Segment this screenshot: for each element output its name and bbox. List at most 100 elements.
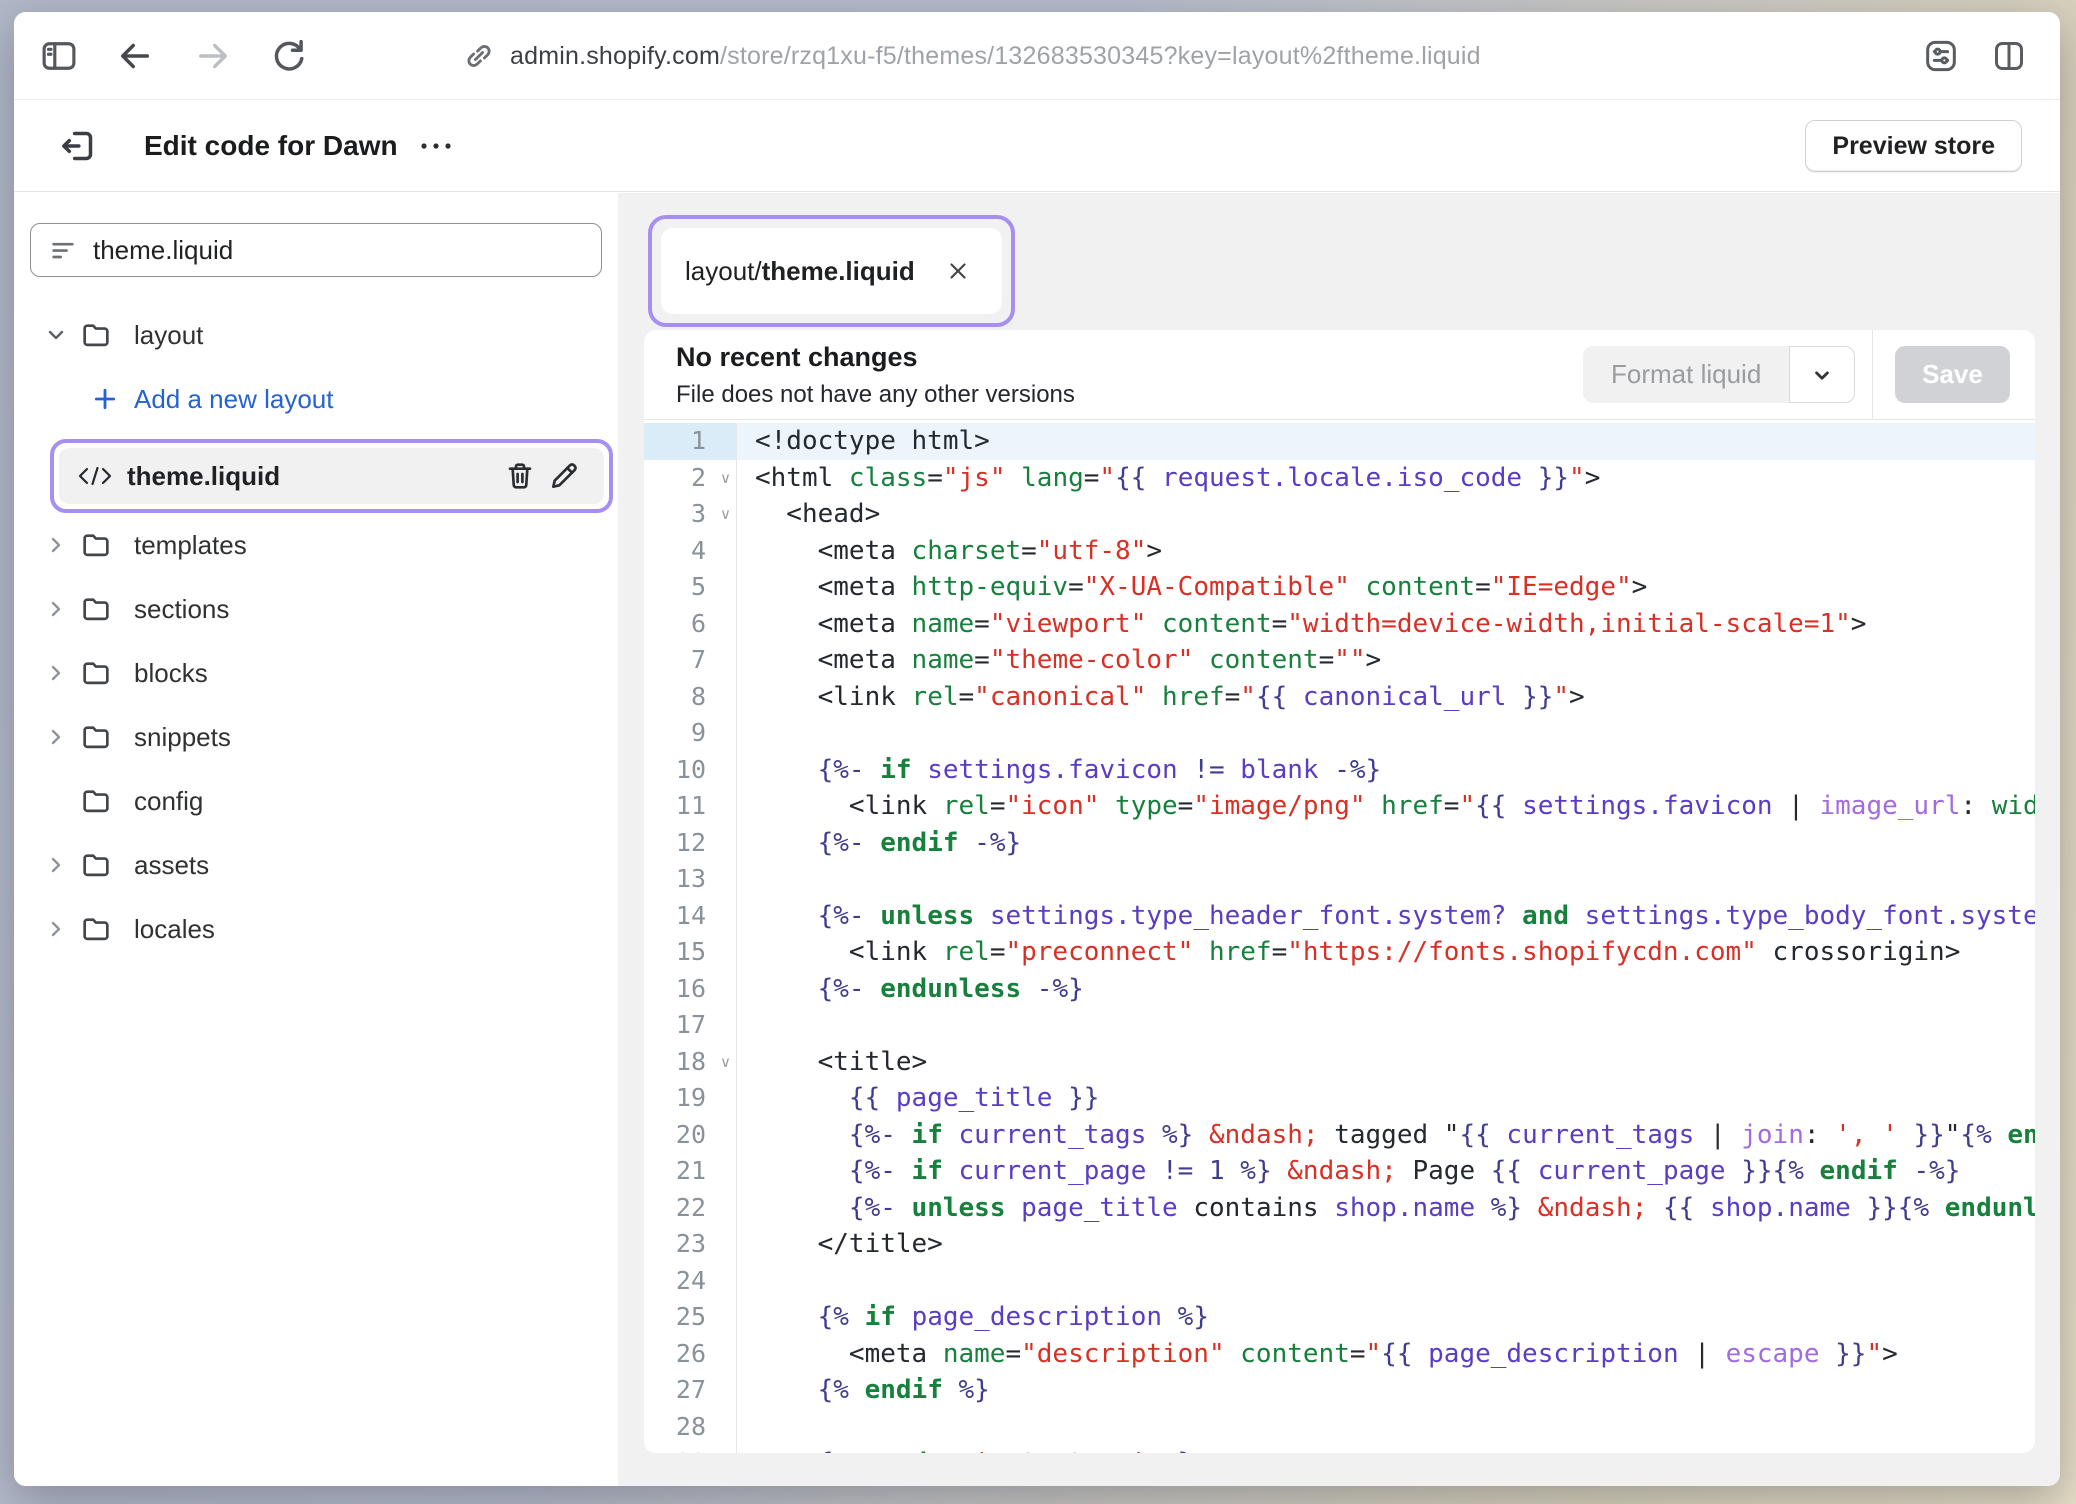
code-line[interactable]: 5 <meta http-equiv="X-UA-Compatible" con…: [644, 569, 2035, 606]
code-line[interactable]: 27 {% endif %}: [644, 1372, 2035, 1409]
code-line[interactable]: 9: [644, 715, 2035, 752]
browser-back-icon[interactable]: [112, 33, 158, 79]
sidebar-item-theme-liquid[interactable]: theme.liquid: [59, 448, 604, 504]
fold-chevron-icon[interactable]: ∨: [720, 497, 731, 534]
folder-icon: [80, 849, 128, 881]
code-file-icon: [77, 463, 113, 489]
code-line[interactable]: 24: [644, 1263, 2035, 1300]
code-line[interactable]: 8 <link rel="canonical" href="{{ canonic…: [644, 679, 2035, 716]
link-icon: [462, 39, 496, 73]
sidebar-item-label: layout: [134, 320, 203, 351]
chevron-right-icon[interactable]: [44, 533, 80, 557]
folder-icon: [80, 721, 128, 753]
code-line[interactable]: 12 {%- endif -%}: [644, 825, 2035, 862]
code-line[interactable]: 15 <link rel="preconnect" href="https://…: [644, 934, 2035, 971]
line-number: 27: [644, 1372, 737, 1409]
preview-store-button[interactable]: Preview store: [1805, 120, 2022, 172]
line-number: 29: [644, 1445, 737, 1453]
sidebar-item-layout[interactable]: layout: [14, 303, 618, 367]
more-actions-icon[interactable]: [414, 128, 458, 164]
code-line[interactable]: 19 {{ page_title }}: [644, 1080, 2035, 1117]
sidebar-item-blocks[interactable]: blocks: [14, 641, 618, 705]
code-line[interactable]: 14 {%- unless settings.type_header_font.…: [644, 898, 2035, 935]
chevron-right-icon[interactable]: [44, 853, 80, 877]
save-button[interactable]: Save: [1895, 346, 2010, 403]
fold-chevron-icon[interactable]: ∨: [720, 1045, 731, 1082]
sidebar-item-label: blocks: [134, 658, 208, 689]
browser-forward-icon[interactable]: [190, 33, 236, 79]
line-number: 9: [644, 715, 737, 752]
chevron-down-icon[interactable]: [44, 323, 80, 347]
rename-file-icon[interactable]: [542, 454, 586, 498]
folder-icon: [80, 913, 128, 945]
line-number: 19: [644, 1080, 737, 1117]
code-line[interactable]: 26 <meta name="description" content="{{ …: [644, 1336, 2035, 1373]
code-line[interactable]: 18∨ <title>: [644, 1044, 2035, 1081]
code-line[interactable]: 7 <meta name="theme-color" content="">: [644, 642, 2035, 679]
chevron-right-icon[interactable]: [44, 917, 80, 941]
sidebar-item-label: sections: [134, 594, 229, 625]
code-editor[interactable]: 1<!doctype html>2∨<html class="js" lang=…: [644, 421, 2035, 1453]
split-view-icon[interactable]: [1986, 33, 2032, 79]
code-line[interactable]: 13: [644, 861, 2035, 898]
line-number: 1: [644, 423, 737, 460]
code-line[interactable]: 29 {% render 'meta-tags' %}: [644, 1445, 2035, 1453]
code-line[interactable]: 2∨<html class="js" lang="{{ request.loca…: [644, 460, 2035, 497]
format-options-chevron-icon[interactable]: [1789, 346, 1855, 403]
sidebar-item-label: assets: [134, 850, 209, 881]
sidebar-item-templates[interactable]: templates: [14, 513, 618, 577]
code-line[interactable]: 6 <meta name="viewport" content="width=d…: [644, 606, 2035, 643]
code-line[interactable]: 28: [644, 1409, 2035, 1446]
folder-icon: [80, 657, 128, 689]
folder-icon: [80, 319, 128, 351]
line-number: 21: [644, 1153, 737, 1190]
chevron-right-icon[interactable]: [44, 661, 80, 685]
url-text: admin.shopify.com/store/rzq1xu-f5/themes…: [510, 42, 1481, 71]
file-sidebar: theme.liquid layout Add a new l: [14, 193, 618, 1486]
sidebar-item-assets[interactable]: assets: [14, 833, 618, 897]
fold-chevron-icon[interactable]: ∨: [720, 461, 731, 498]
tab-layout-theme-liquid[interactable]: layout/theme.liquid: [661, 228, 1002, 314]
sidebar-item-snippets[interactable]: snippets: [14, 705, 618, 769]
plus-icon: [92, 386, 118, 412]
code-line[interactable]: 1<!doctype html>: [644, 423, 2035, 460]
code-line[interactable]: 3∨ <head>: [644, 496, 2035, 533]
sidebar-item-label: snippets: [134, 722, 231, 753]
line-number: 22: [644, 1190, 737, 1227]
sidebar-item-config[interactable]: config: [14, 769, 618, 833]
code-line[interactable]: 25 {% if page_description %}: [644, 1299, 2035, 1336]
version-status: No recent changes File does not have any…: [676, 342, 1075, 409]
exit-editor-icon[interactable]: [56, 124, 100, 168]
file-search-input[interactable]: theme.liquid: [30, 223, 602, 277]
code-line[interactable]: 22 {%- unless page_title contains shop.n…: [644, 1190, 2035, 1227]
chevron-right-icon[interactable]: [44, 597, 80, 621]
line-number: 14: [644, 898, 737, 935]
code-line[interactable]: 23 </title>: [644, 1226, 2035, 1263]
chevron-right-icon[interactable]: [44, 725, 80, 749]
sidebar-item-locales[interactable]: locales: [14, 897, 618, 961]
add-new-layout-link[interactable]: Add a new layout: [14, 367, 618, 431]
code-line[interactable]: 11 <link rel="icon" type="image/png" hre…: [644, 788, 2035, 825]
code-line[interactable]: 10 {%- if settings.favicon != blank -%}: [644, 752, 2035, 789]
page-settings-icon[interactable]: [1918, 33, 1964, 79]
status-title: No recent changes: [676, 342, 1075, 373]
close-tab-icon[interactable]: [938, 251, 978, 291]
code-line[interactable]: 21 {%- if current_page != 1 %} &ndash; P…: [644, 1153, 2035, 1190]
delete-file-icon[interactable]: [498, 454, 542, 498]
line-number: 4: [644, 533, 737, 570]
sidebar-item-sections[interactable]: sections: [14, 577, 618, 641]
format-liquid-button[interactable]: Format liquid: [1583, 346, 1789, 403]
browser-reload-icon[interactable]: [266, 33, 312, 79]
url-bar[interactable]: admin.shopify.com/store/rzq1xu-f5/themes…: [462, 12, 1481, 100]
code-line[interactable]: 17: [644, 1007, 2035, 1044]
code-line[interactable]: 4 <meta charset="utf-8">: [644, 533, 2035, 570]
folder-icon: [80, 785, 128, 817]
selected-file-label: theme.liquid: [127, 461, 280, 492]
code-line[interactable]: 16 {%- endunless -%}: [644, 971, 2035, 1008]
format-liquid-group: Format liquid: [1583, 346, 1855, 403]
line-number: 7: [644, 642, 737, 679]
annotation-highlight-tab: layout/theme.liquid: [648, 215, 1015, 327]
browser-window: admin.shopify.com/store/rzq1xu-f5/themes…: [14, 12, 2060, 1486]
browser-sidebar-toggle-icon[interactable]: [36, 33, 82, 79]
code-line[interactable]: 20 {%- if current_tags %} &ndash; tagged…: [644, 1117, 2035, 1154]
